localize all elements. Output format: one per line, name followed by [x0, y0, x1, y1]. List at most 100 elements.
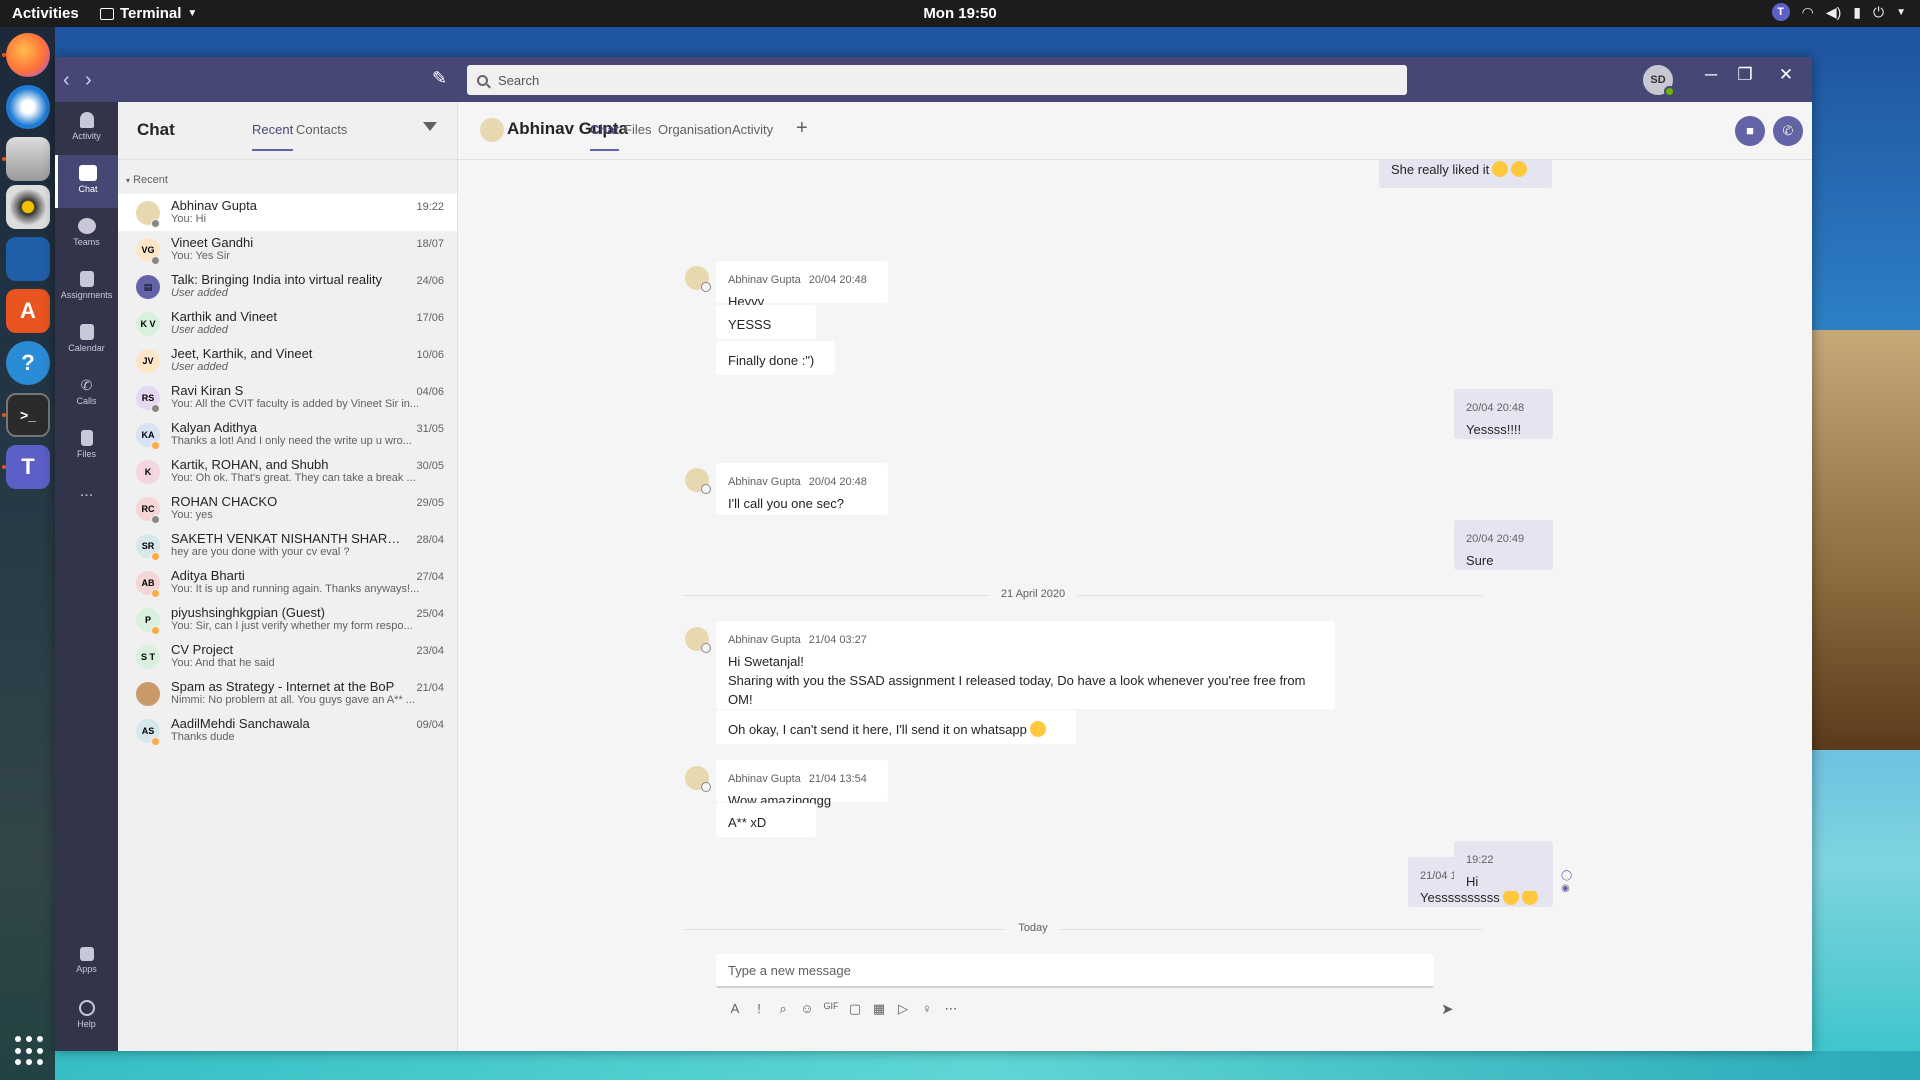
minimize-button[interactable]: ─ — [1696, 65, 1726, 85]
more-options-icon[interactable]: ⋯ — [942, 1001, 960, 1017]
message-sent[interactable]: 20/04 20:48 Yessss!!!! — [1454, 389, 1553, 439]
rail-item-apps[interactable]: Apps — [55, 937, 118, 990]
grin-emoji-icon — [1029, 721, 1046, 737]
chat-list-item[interactable]: AB Aditya Bharti You: It is up and running… — [118, 564, 457, 601]
rail-item-activity[interactable]: Activity — [55, 102, 118, 155]
battery-icon: ▮ — [1853, 3, 1862, 20]
chat-item-preview: You: And that he said — [171, 657, 275, 669]
clock[interactable]: Mon 19:50 — [923, 5, 996, 22]
conversation-pane: Abhinav Gupta Chat Files Organisation Ac… — [458, 102, 1812, 1051]
chat-item-name: Karthik and Vineet — [171, 309, 277, 324]
sticker-icon[interactable]: ▢ — [846, 1001, 864, 1017]
rail-item-help[interactable]: Help — [55, 990, 118, 1043]
add-people-icon[interactable]: ⚇ — [1784, 120, 1797, 137]
message-received[interactable]: YESSS — [716, 305, 816, 339]
attach-icon[interactable]: ⌕ — [774, 1001, 792, 1017]
app-menu[interactable]: Terminal ▼ — [100, 5, 197, 22]
chat-list-item[interactable]: S T CV Project You: And that he said 23/04 — [118, 638, 457, 675]
chat-item-name: AadilMehdi Sanchawala — [171, 716, 310, 731]
add-tab-icon[interactable]: + — [796, 117, 808, 140]
chat-list-item[interactable]: K V Karthik and Vineet User added 17/06 — [118, 305, 457, 342]
send-icon[interactable]: ➤ — [1441, 1000, 1454, 1018]
close-button[interactable]: ✕ — [1771, 65, 1801, 85]
chat-list-item[interactable]: SR SAKETH VENKAT NISHANTH SHARMA... hey ar… — [118, 527, 457, 564]
video-call-button[interactable]: ■ — [1735, 116, 1765, 146]
message-sent[interactable]: She really liked it — [1379, 160, 1552, 188]
tab-files[interactable]: Files — [624, 122, 651, 149]
message-received[interactable]: Abhinav Gupta 21/04 13:54 Wow amazingggg — [716, 760, 888, 808]
software-center-icon[interactable]: A — [6, 289, 50, 333]
tab-chat[interactable]: Chat — [590, 122, 619, 151]
message-received[interactable]: Abhinav Gupta 20/04 20:48 Heyyy — [716, 261, 888, 309]
maximize-button[interactable]: ❐ — [1730, 65, 1760, 85]
chat-list-item[interactable]: Spam as Strategy - Internet at the BoP Ni… — [118, 675, 457, 712]
chat-list-item[interactable]: ▤ Talk: Bringing India into virtual reali… — [118, 268, 457, 305]
rail-item-more[interactable]: ... — [55, 473, 118, 526]
help-app-icon[interactable]: ? — [6, 341, 50, 385]
chat-list-item[interactable]: AS AadilMehdi Sanchawala Thanks dude 09/04 — [118, 712, 457, 749]
rail-item-assignments[interactable]: Assignments — [55, 261, 118, 314]
teams-tray-icon[interactable]: T — [1771, 3, 1790, 21]
forward-icon[interactable]: › — [85, 69, 92, 92]
chat-list-item[interactable]: RS Ravi Kiran S You: All the CVIT faculty … — [118, 379, 457, 416]
praise-icon[interactable]: ♀ — [918, 1001, 936, 1016]
show-applications-icon[interactable] — [15, 1036, 45, 1066]
activities-button[interactable]: Activities — [12, 5, 79, 22]
message-received[interactable]: A** xD — [716, 803, 816, 837]
message-received[interactable]: Abhinav Gupta 21/04 03:27 Hi Swetanjal! S… — [716, 621, 1335, 709]
tab-activity[interactable]: Activity — [732, 122, 773, 149]
rail-item-chat[interactable]: Chat — [55, 155, 118, 208]
contact-avatar[interactable] — [480, 118, 504, 142]
gif-icon[interactable]: GIF — [822, 1001, 840, 1011]
gnome-top-bar: Activities Terminal ▼ Mon 19:50 T ◠ ◀) ▮… — [0, 0, 1920, 27]
smile-emoji-icon — [1492, 161, 1509, 177]
presence-icon — [151, 441, 160, 450]
profile-avatar[interactable]: SD — [1643, 65, 1675, 97]
files-app-icon[interactable] — [6, 137, 50, 181]
chat-list-item[interactable]: K Kartik, ROHAN, and Shubh You: Oh ok. Tha… — [118, 453, 457, 490]
chat-list-item[interactable]: Ppiyushsinghkgpian (Guest) You: Sir, can … — [118, 601, 457, 638]
message-sent[interactable]: 20/04 20:49 Sure — [1454, 520, 1553, 570]
chat-item-preview: User added — [171, 324, 228, 336]
tab-recent[interactable]: Recent — [252, 122, 294, 151]
thunderbird-icon[interactable] — [6, 85, 50, 129]
new-chat-icon[interactable]: ✎ — [432, 68, 454, 90]
rhythmbox-icon[interactable] — [6, 185, 50, 229]
schedule-meeting-icon[interactable]: ▦ — [870, 1001, 888, 1017]
tab-organisation[interactable]: Organisation — [658, 122, 732, 149]
search-input[interactable]: Search — [467, 65, 1407, 95]
rail-item-files[interactable]: Files — [55, 420, 118, 473]
chat-list-item[interactable]: JV Jeet, Karthik, and Vineet User added 10/… — [118, 342, 457, 379]
message-sent[interactable]: 19:22 Hi — [1454, 841, 1553, 891]
profile-initials: SD — [1650, 74, 1666, 86]
message-input[interactable]: Type a new message — [716, 954, 1434, 988]
chat-list-item[interactable]: KA Kalyan Adithya Thanks a lot! And I only… — [118, 416, 457, 453]
avatar: K V — [136, 312, 160, 336]
recent-section-header[interactable]: ▾ Recent — [126, 174, 168, 186]
rail-item-teams[interactable]: Teams — [55, 208, 118, 261]
presence-icon — [151, 404, 160, 413]
emoji-icon[interactable]: ☺ — [798, 1001, 816, 1016]
rail-item-calls[interactable]: ✆ Calls — [55, 367, 118, 420]
back-icon[interactable]: ‹ — [63, 69, 70, 92]
writer-icon[interactable] — [6, 237, 50, 281]
teams-app-icon[interactable]: T — [6, 445, 50, 489]
chat-item-date: 23/04 — [416, 645, 444, 657]
chat-list-item[interactable]: VG Vineet Gandhi You: Yes Sir 18/07 — [118, 231, 457, 268]
rail-item-calendar[interactable]: Calendar — [55, 314, 118, 367]
chat-list-item[interactable]: Abhinav Gupta You: Hi 19:22 — [118, 194, 457, 231]
stream-icon[interactable]: ▷ — [894, 1001, 912, 1017]
message-received[interactable]: Abhinav Gupta 20/04 20:48 I'll call you o… — [716, 463, 888, 515]
tab-contacts[interactable]: Contacts — [296, 122, 347, 149]
chat-item-preview: You: Oh ok. That's great. They can take … — [171, 472, 416, 484]
message-received[interactable]: Finally done :") — [716, 341, 835, 375]
firefox-icon[interactable] — [6, 33, 50, 77]
filter-icon[interactable] — [423, 122, 437, 136]
message-received[interactable]: Oh okay, I can't send it here, I'll send… — [716, 710, 1076, 744]
system-tray[interactable]: T ◠ ◀) ▮ ⏻ ▼ — [1771, 3, 1906, 21]
chat-item-name: ROHAN CHACKO — [171, 494, 278, 509]
important-icon[interactable]: ! — [750, 1001, 768, 1016]
chat-list-item[interactable]: RC ROHAN CHACKO You: yes 29/05 — [118, 490, 457, 527]
format-icon[interactable]: A — [726, 1001, 744, 1016]
terminal-app-icon[interactable]: >_ — [6, 393, 50, 437]
